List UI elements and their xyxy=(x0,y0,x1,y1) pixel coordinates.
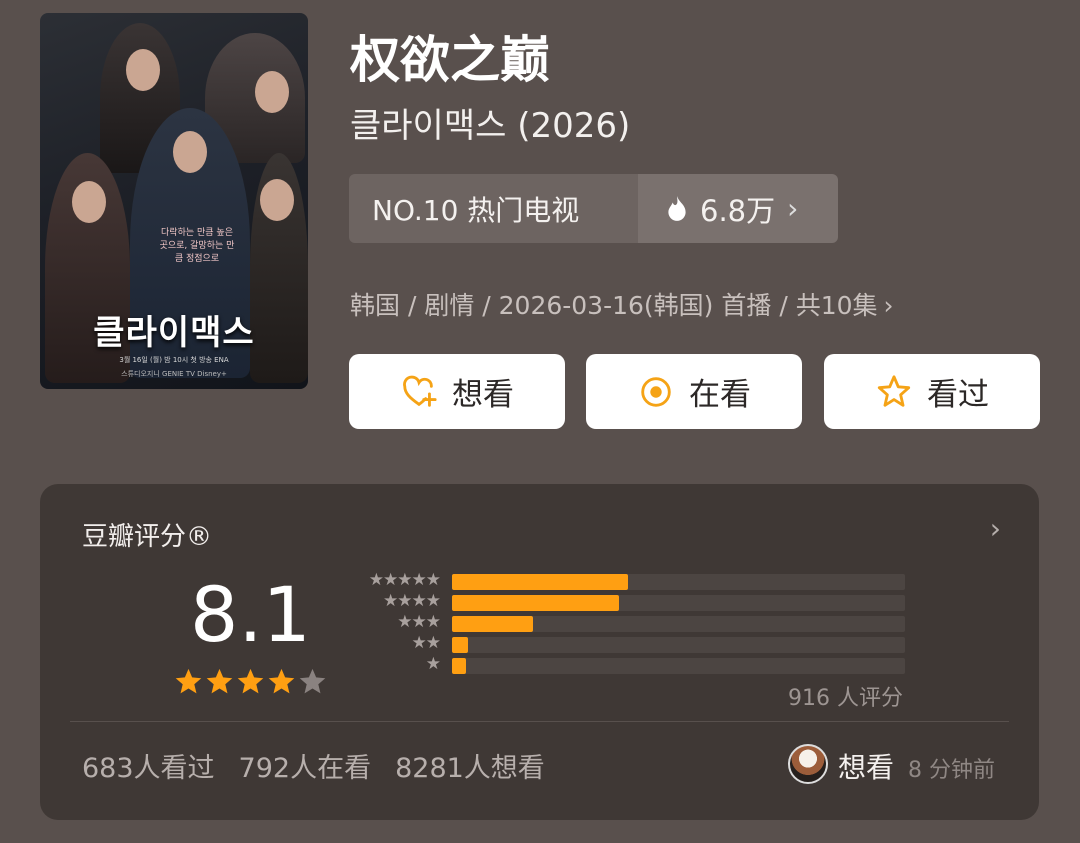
watching-label: 在看 xyxy=(689,377,751,413)
heat-value: 6.8万 xyxy=(700,193,776,228)
watching-count[interactable]: 792人在看 xyxy=(239,753,372,784)
distribution-stars: ★★ xyxy=(411,633,441,653)
poster-image[interactable]: 다락하는 만큼 높은 곳으로, 갈망하는 만큼 정점으로 클라이맥스 3월 16… xyxy=(40,13,308,389)
distribution-bar xyxy=(452,637,468,653)
distribution-track xyxy=(452,637,905,653)
meta-text: 韩国 / 剧情 / 2026-03-16(韩国) 首播 / 共10集 xyxy=(350,291,878,320)
star-filled-icon xyxy=(206,668,233,694)
recent-action: 想看 xyxy=(838,751,895,784)
divider xyxy=(70,721,1009,722)
poster-tagline: 다락하는 만큼 높은 곳으로, 갈망하는 만큼 정점으로 xyxy=(159,228,235,264)
distribution-bar xyxy=(452,616,534,632)
heart-plus-icon xyxy=(403,375,437,407)
chevron-right-icon: › xyxy=(787,192,799,225)
distribution-bar xyxy=(452,595,619,611)
poster-face xyxy=(255,71,289,113)
chevron-right-icon: › xyxy=(883,291,894,320)
star-filled-icon xyxy=(175,668,202,694)
heat-indicator[interactable]: 6.8万 › xyxy=(638,174,838,243)
rating-score: 8.1 xyxy=(190,570,311,659)
poster-face xyxy=(173,131,207,173)
rank-label[interactable]: NO.10 热门电视 xyxy=(349,174,638,243)
poster-face xyxy=(126,49,160,91)
distribution-stars: ★★★★★ xyxy=(368,570,441,590)
poster-face xyxy=(260,179,294,221)
rating-stars xyxy=(174,667,327,696)
meta-info[interactable]: 韩国 / 剧情 / 2026-03-16(韩国) 首播 / 共10集 › xyxy=(350,286,894,322)
avatar[interactable] xyxy=(788,744,828,784)
chevron-right-icon[interactable]: › xyxy=(990,512,1001,545)
distribution-stars: ★★★ xyxy=(397,612,441,632)
flame-icon xyxy=(668,195,686,221)
rank-bar[interactable]: NO.10 热门电视 6.8万 › xyxy=(349,174,838,243)
rating-card[interactable]: 豆瓣评分® › 8.1 ★★★★★ ★★★★ ★★★ ★★ ★ 916 人评分 683人… xyxy=(40,484,1039,820)
poster-brands: 스튜디오지니 GENIE TV Disney+ xyxy=(121,370,227,378)
distribution-bar xyxy=(452,574,629,590)
want-count[interactable]: 8281人想看 xyxy=(395,753,545,784)
distribution-bar xyxy=(452,658,466,674)
distribution-track xyxy=(452,574,905,590)
rating-count: 916 人评分 xyxy=(788,686,903,711)
target-icon xyxy=(641,376,671,407)
poster-face xyxy=(72,181,106,223)
watch-stats[interactable]: 683人看过 792人在看 8281人想看 xyxy=(82,746,569,785)
watching-button[interactable]: 在看 xyxy=(586,354,802,429)
star-outline-icon xyxy=(877,374,911,407)
star-filled-icon xyxy=(237,668,264,694)
watched-count[interactable]: 683人看过 xyxy=(82,753,215,784)
page-title: 权欲之巅 xyxy=(350,31,550,89)
rating-title: 豆瓣评分® xyxy=(82,522,213,552)
original-title: 클라이맥스 (2026) xyxy=(350,106,631,146)
distribution-track xyxy=(452,616,905,632)
distribution-stars: ★ xyxy=(425,654,441,674)
want-button[interactable]: 想看 xyxy=(349,354,565,429)
star-empty-icon xyxy=(299,668,326,694)
distribution-track xyxy=(452,595,905,611)
star-filled-icon xyxy=(268,668,295,694)
watched-button[interactable]: 看过 xyxy=(824,354,1040,429)
watched-label: 看过 xyxy=(927,377,989,413)
recent-time: 8 分钟前 xyxy=(908,758,995,783)
distribution-stars: ★★★★ xyxy=(383,591,441,611)
poster-title: 클라이맥스 xyxy=(93,313,255,353)
poster-footer: 3월 16일 (월) 밤 10시 첫 방송 ENA xyxy=(119,356,229,364)
want-label: 想看 xyxy=(452,377,514,413)
distribution-track xyxy=(452,658,905,674)
